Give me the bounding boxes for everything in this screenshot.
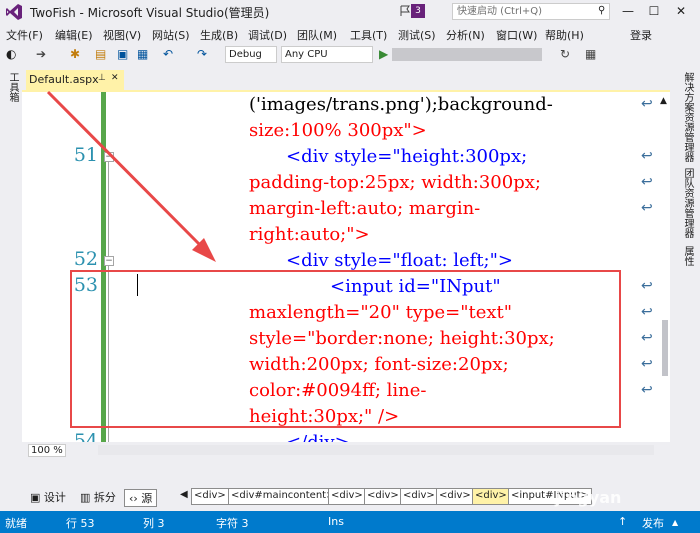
word-wrap-icon: ↩ [641,200,653,216]
horizontal-scrollbar[interactable] [98,445,654,455]
maximize-button[interactable]: ☐ [643,2,665,20]
menu-team[interactable]: 团队(M) [297,27,337,43]
browser-link-icon[interactable]: ↻ [560,47,570,61]
status-line: 行 53 [66,517,95,530]
word-wrap-icon: ↩ [641,382,653,398]
properties-tab[interactable]: 属性 [680,246,695,266]
word-wrap-icon: ↩ [641,148,653,164]
solution-config-select[interactable]: Debug [225,46,277,63]
back-icon[interactable]: ◐ [6,47,16,61]
pin-icon[interactable]: ⊥ [98,73,106,83]
breadcrumb-item[interactable]: <div> [436,488,474,505]
code-line: ('images/trans.png');background- [249,94,553,115]
undo-icon[interactable]: ↶ [163,47,173,61]
status-bar [0,511,700,533]
breadcrumb-item[interactable]: <div#maincontent> [228,488,338,505]
close-icon[interactable]: ✕ [111,73,119,83]
code-line: padding-top:25px; width:300px; [249,172,541,193]
split-view-button[interactable]: ▥ 拆分 [80,489,116,505]
breadcrumb-item[interactable]: <div> [364,488,402,505]
status-ready: 就绪 [5,517,27,530]
publish-dropdown-icon[interactable]: ▲ [672,518,678,527]
breadcrumb-item[interactable]: <div> [191,488,229,505]
line-number: 51 [73,144,98,166]
start-debug-icon[interactable]: ▶ [379,47,388,61]
solution-platform-select[interactable]: Any CPU [281,46,373,63]
line-number: 52 [73,248,98,270]
new-project-icon[interactable]: ✱ [70,47,80,61]
menu-build[interactable]: 生成(B) [200,27,238,43]
save-icon[interactable]: ▣ [117,47,128,61]
menu-analyze[interactable]: 分析(N) [446,27,485,43]
scroll-up-icon[interactable]: ▲ [660,96,667,106]
toolbar-options-icon[interactable]: ▦ [585,47,596,61]
code-line: margin-left:auto; margin- [249,198,481,219]
visual-studio-logo-icon [6,4,22,20]
toolbox-tab[interactable]: 工具箱 [5,72,20,102]
minimize-button[interactable]: — [617,2,639,20]
publish-icon[interactable]: ↑ [618,515,627,528]
menu-website[interactable]: 网站(S) [152,27,190,43]
code-line: <div style="height:300px; [286,146,528,167]
tab-default-aspx[interactable]: Default.aspx ⊥ ✕ [26,70,124,90]
tab-label: Default.aspx [29,73,99,86]
word-wrap-icon: ↩ [641,356,653,372]
menu-edit[interactable]: 编辑(E) [55,27,93,43]
redo-icon[interactable]: ↷ [197,47,207,61]
annotation-highlight-box [70,270,621,428]
publish-button[interactable]: 发布 [642,515,664,531]
forward-icon[interactable]: ➔ [36,47,46,61]
search-icon[interactable]: ⚲ [598,5,605,16]
design-view-button[interactable]: ▣ 设计 [30,489,66,505]
login-link[interactable]: 登录 [630,27,652,43]
quick-launch-input[interactable]: 快速启动 (Ctrl+Q) [452,3,610,20]
solution-explorer-tab[interactable]: 解决方案资源管理器 [680,72,695,162]
word-wrap-icon: ↩ [641,278,653,294]
word-wrap-icon: ↩ [641,96,653,112]
menu-test[interactable]: 测试(S) [398,27,436,43]
vertical-scrollbar[interactable] [656,92,670,442]
open-file-icon[interactable]: ▤ [95,47,106,61]
breadcrumb-item[interactable]: <div> [400,488,438,505]
collapse-icon[interactable]: − [104,256,114,266]
scrollbar-thumb[interactable] [662,320,668,376]
status-column: 列 3 [143,517,165,530]
watermark: jingyan [555,488,622,507]
breadcrumb-item-selected[interactable]: <div> [472,488,510,505]
zoom-select[interactable]: 100 % [28,444,66,457]
word-wrap-icon: ↩ [641,304,653,320]
word-wrap-icon: ↩ [641,330,653,346]
menu-debug[interactable]: 调试(D) [248,27,287,43]
breadcrumb-item[interactable]: <div> [328,488,366,505]
left-tool-strip [0,66,22,485]
notification-flag-icon[interactable] [399,5,411,17]
collapse-icon[interactable]: − [104,152,114,162]
menu-help[interactable]: 帮助(H) [545,27,584,43]
team-explorer-tab[interactable]: 团队资源管理器 [680,168,695,238]
word-wrap-icon: ↩ [641,174,653,190]
window-title: TwoFish - Microsoft Visual Studio(管理员) [30,6,270,20]
menu-view[interactable]: 视图(V) [103,27,141,43]
status-insert-mode: Ins [328,515,344,528]
menu-window[interactable]: 窗口(W) [496,27,537,43]
breadcrumb-prev-icon[interactable]: ◀ [180,489,188,500]
close-window-button[interactable]: ✕ [670,2,692,20]
code-line: right:auto;"> [249,224,370,245]
menu-file[interactable]: 文件(F) [6,27,43,43]
notification-badge[interactable]: 3 [411,4,425,18]
code-line: size:100% 300px"> [249,120,427,141]
blurred-target-select[interactable] [392,48,542,61]
menu-tools[interactable]: 工具(T) [350,27,387,43]
save-all-icon[interactable]: ▦ [137,47,148,61]
source-view-button[interactable]: ‹› 源 [124,489,158,507]
status-char: 字符 3 [216,517,249,530]
